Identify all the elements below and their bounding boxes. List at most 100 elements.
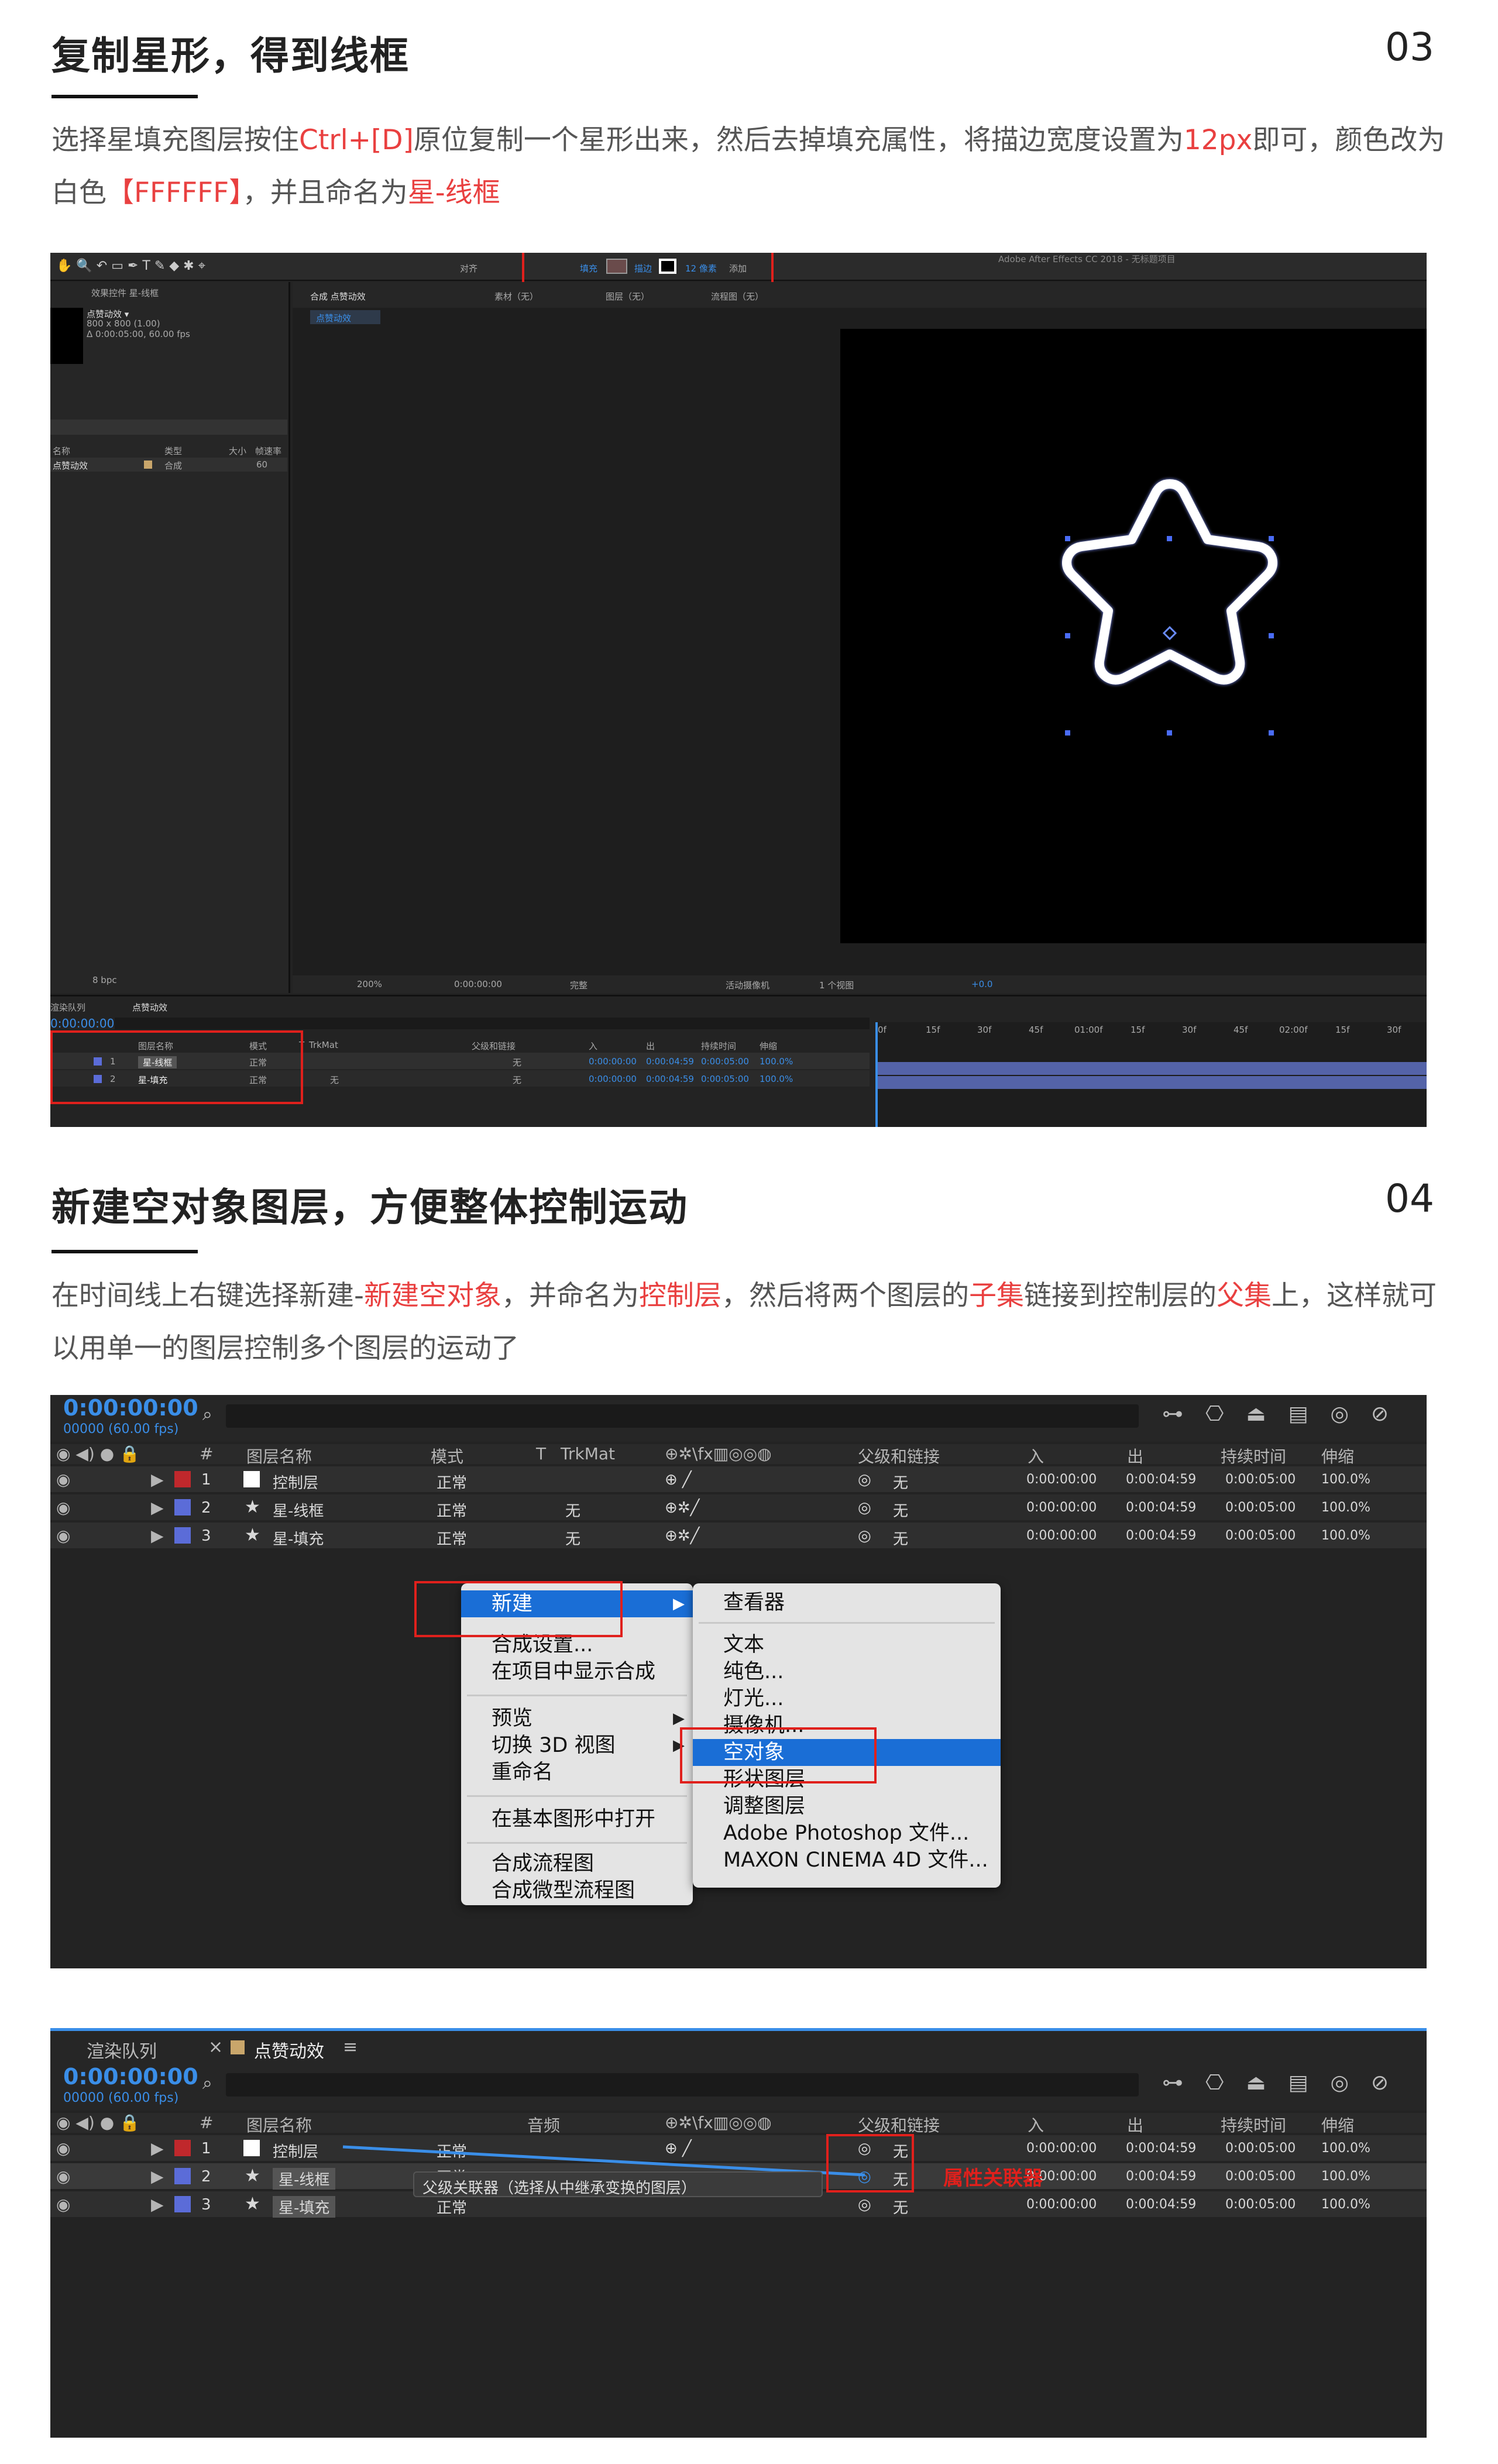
- resolution-select[interactable]: 完整: [570, 979, 587, 991]
- layer-name[interactable]: 星-线框: [273, 1499, 324, 1521]
- menu-item-solid[interactable]: 纯色...: [693, 1658, 1001, 1685]
- tab-comp[interactable]: 合成 点赞动效: [310, 290, 366, 303]
- project-search[interactable]: [50, 420, 287, 435]
- tab-footage[interactable]: 素材（无）: [494, 290, 538, 303]
- out-point[interactable]: 0:00:04:59: [1126, 1500, 1196, 1515]
- tab-comp-timeline[interactable]: 点赞动效: [132, 1001, 167, 1013]
- label-color[interactable]: [174, 1499, 191, 1515]
- label-color[interactable]: [174, 1471, 191, 1487]
- viewer-time[interactable]: 0:00:00:00: [454, 979, 502, 989]
- menu-item-rename[interactable]: 重命名: [461, 1759, 693, 1786]
- out-point[interactable]: 0:00:04:59: [646, 1056, 694, 1067]
- star-outline-shape[interactable]: [840, 329, 1427, 943]
- out-point[interactable]: 0:00:04:59: [646, 1074, 694, 1084]
- out-point[interactable]: 0:00:04:59: [1126, 1528, 1196, 1543]
- expand-arrow-icon[interactable]: ▶: [151, 1526, 164, 1545]
- playhead[interactable]: [875, 1022, 878, 1127]
- eye-icon[interactable]: ◉: [56, 1470, 70, 1489]
- current-time[interactable]: 0:00:00:00: [63, 1395, 198, 1421]
- timeline-search-input[interactable]: [226, 1404, 1139, 1428]
- switches[interactable]: ⊕✲╱: [665, 1499, 699, 1517]
- menu-item-open-essential-graphics[interactable]: 在基本图形中打开: [461, 1806, 693, 1833]
- title-underline: [51, 95, 198, 98]
- layer-row[interactable]: ◉ ▶ 3 ★ 星-填充 正常 无 ⊕✲╱ ◎ 无 0:00:00:00 0:0…: [50, 1523, 1427, 1548]
- label-color[interactable]: [174, 1527, 191, 1544]
- menu-item-reveal-in-project[interactable]: 在项目中显示合成: [461, 1658, 693, 1685]
- in-point[interactable]: 0:00:00:00: [1026, 1528, 1097, 1543]
- menu-item-adjustment-layer[interactable]: 调整图层: [693, 1793, 1001, 1820]
- comp-subtab[interactable]: 点赞动效: [310, 310, 380, 324]
- parent-select[interactable]: 无: [893, 1527, 908, 1549]
- layer-row[interactable]: ◉ ▶ 1 控制层 正常 ⊕ ╱ ◎ 无 0:00:00:00 0:00:04:…: [50, 1466, 1427, 1492]
- parent-select[interactable]: 无: [513, 1074, 521, 1086]
- tab-render-queue[interactable]: 渲染队列: [50, 1001, 85, 1013]
- stretch[interactable]: 100.0%: [1321, 1528, 1370, 1543]
- tab-layer[interactable]: 图层（无）: [606, 290, 650, 303]
- pickwhip-icon[interactable]: ◎: [858, 1499, 871, 1517]
- timeline-switch-icons[interactable]: ⊶⎔⏏▤◎⊘: [1162, 1402, 1411, 1426]
- project-item[interactable]: 点赞动效 合成 60: [50, 458, 287, 472]
- tool-icons[interactable]: ✋ 🔍 ↶ ▭ ✒ T ✎ ◆ ✱ ⌖: [56, 259, 205, 273]
- in-point[interactable]: 0:00:00:00: [589, 1074, 637, 1084]
- menu-item-photoshop-file[interactable]: Adobe Photoshop 文件...: [693, 1820, 1001, 1847]
- parent-select[interactable]: 无: [513, 1056, 521, 1068]
- eye-icon[interactable]: ◉: [56, 1498, 70, 1517]
- trkmat[interactable]: 无: [330, 1074, 339, 1086]
- layer-name[interactable]: 控制层: [273, 1471, 318, 1493]
- layer-bar[interactable]: [875, 1076, 1427, 1089]
- duration[interactable]: 0:00:05:00: [1225, 1472, 1296, 1487]
- menu-item-switch-3d-view[interactable]: 切换 3D 视图 ▶: [461, 1732, 693, 1759]
- duration[interactable]: 0:00:05:00: [701, 1074, 749, 1084]
- duration[interactable]: 0:00:05:00: [701, 1056, 749, 1067]
- effect-controls-tab[interactable]: 效果控件 星-线框: [91, 287, 159, 299]
- menu-item-text[interactable]: 文本: [693, 1631, 1001, 1658]
- trkmat-select[interactable]: 无: [565, 1527, 580, 1549]
- tick: 30f: [977, 1025, 992, 1035]
- time-ruler[interactable]: 0f 15f 30f 45f 01:00f 15f 30f 45f 02:00f…: [875, 1022, 1427, 1037]
- expand-arrow-icon[interactable]: ▶: [151, 1498, 164, 1517]
- eye-icon[interactable]: ◉: [56, 1526, 70, 1545]
- menu-item-light[interactable]: 灯光...: [693, 1685, 1001, 1712]
- search-icon[interactable]: ⌕: [202, 1404, 212, 1425]
- duration[interactable]: 0:00:05:00: [1225, 1500, 1296, 1515]
- out-point[interactable]: 0:00:04:59: [1126, 1472, 1196, 1487]
- layer-bar[interactable]: [875, 1062, 1427, 1075]
- col-t: T: [536, 1444, 547, 1463]
- stretch[interactable]: 100.0%: [760, 1056, 793, 1067]
- layer-name[interactable]: 星-填充: [273, 1527, 324, 1549]
- menu-item-cinema4d-file[interactable]: MAXON CINEMA 4D 文件...: [693, 1847, 1001, 1874]
- tab-flowchart[interactable]: 流程图（无）: [711, 290, 764, 303]
- pickwhip-icon[interactable]: ◎: [858, 1471, 871, 1489]
- text: ，并且命名为: [242, 177, 408, 209]
- trkmat-select[interactable]: 无: [565, 1499, 580, 1521]
- blend-mode-select[interactable]: 正常: [437, 1471, 467, 1493]
- in-point[interactable]: 0:00:00:00: [1026, 1472, 1097, 1487]
- blend-mode-select[interactable]: 正常: [437, 1527, 467, 1549]
- menu-item-comp-flowchart[interactable]: 合成流程图: [461, 1850, 693, 1877]
- in-point[interactable]: 0:00:00:00: [589, 1056, 637, 1067]
- stretch[interactable]: 100.0%: [1321, 1472, 1370, 1487]
- parent-select[interactable]: 无: [893, 1471, 908, 1493]
- in-point[interactable]: 0:00:00:00: [1026, 1500, 1097, 1515]
- menu-item-preview[interactable]: 预览 ▶: [461, 1705, 693, 1732]
- switches[interactable]: ⊕✲╱: [665, 1527, 699, 1545]
- blend-mode-select[interactable]: 正常: [437, 1499, 467, 1521]
- shy-icon[interactable]: ⊕ ╱: [665, 1471, 692, 1489]
- current-time[interactable]: 0:00:00:00: [50, 1016, 114, 1030]
- menu-item-comp-mini-flowchart[interactable]: 合成微型流程图: [461, 1877, 693, 1904]
- pickwhip-icon[interactable]: ◎: [858, 1527, 871, 1545]
- view-layout-select[interactable]: 1 个视图: [819, 979, 854, 991]
- exposure-value[interactable]: +0.0: [971, 979, 992, 989]
- align-toggle[interactable]: 对齐: [460, 262, 477, 274]
- duration[interactable]: 0:00:05:00: [1225, 1528, 1296, 1543]
- camera-select[interactable]: 活动摄像机: [726, 979, 769, 991]
- timeline-search[interactable]: [115, 1018, 870, 1029]
- zoom-select[interactable]: 200%: [357, 979, 382, 989]
- layer-row[interactable]: ◉ ▶ 2 ★ 星-线框 正常 无 ⊕✲╱ ◎ 无 0:00:00:00 0:0…: [50, 1494, 1427, 1520]
- stretch[interactable]: 100.0%: [1321, 1500, 1370, 1515]
- expand-arrow-icon[interactable]: ▶: [151, 1470, 164, 1489]
- stretch[interactable]: 100.0%: [760, 1074, 793, 1084]
- bpc-indicator[interactable]: 8 bpc: [92, 975, 117, 985]
- parent-select[interactable]: 无: [893, 1499, 908, 1521]
- menu-item-viewer[interactable]: 查看器: [693, 1589, 1001, 1616]
